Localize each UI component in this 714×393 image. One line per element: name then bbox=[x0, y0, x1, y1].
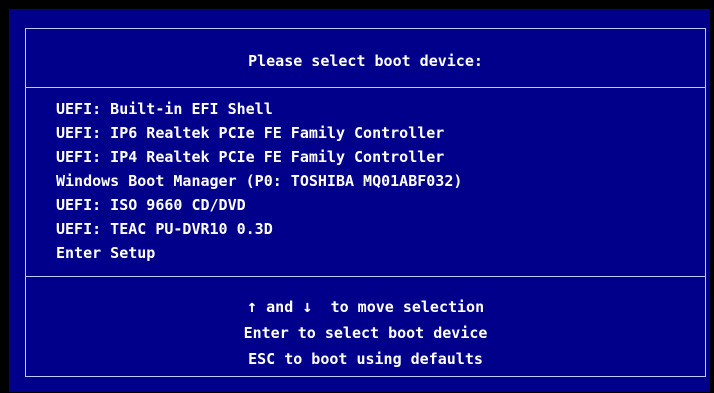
title-divider bbox=[25, 87, 706, 88]
boot-device-list: UEFI: Built-in EFI Shell UEFI: IP6 Realt… bbox=[56, 97, 462, 265]
boot-menu-title: Please select boot device: bbox=[248, 52, 483, 70]
arrow-up-icon: ↑ bbox=[246, 297, 258, 317]
help-line-select: Enter to select boot device bbox=[243, 324, 488, 342]
help-divider bbox=[25, 276, 706, 277]
boot-menu-content: Please select boot device: UEFI: Built-i… bbox=[25, 0, 706, 393]
arrow-down-icon: ↓ bbox=[302, 297, 313, 317]
help-move-text: to move selection bbox=[312, 298, 485, 316]
boot-device-windows-boot-manager[interactable]: Windows Boot Manager (P0: TOSHIBA MQ01AB… bbox=[56, 169, 462, 193]
boot-device-ip6-realtek[interactable]: UEFI: IP6 Realtek PCIe FE Family Control… bbox=[56, 121, 462, 145]
enter-setup-item[interactable]: Enter Setup bbox=[56, 241, 462, 265]
boot-device-efi-shell[interactable]: UEFI: Built-in EFI Shell bbox=[56, 97, 462, 121]
boot-device-iso-cd-dvd[interactable]: UEFI: ISO 9660 CD/DVD bbox=[56, 193, 462, 217]
help-section: ↑ and ↓ to move selection Enter to selec… bbox=[25, 294, 706, 372]
bios-screen: Please select boot device: UEFI: Built-i… bbox=[0, 0, 714, 393]
help-line-navigation: ↑ and ↓ to move selection bbox=[25, 294, 706, 320]
boot-device-ip4-realtek[interactable]: UEFI: IP4 Realtek PCIe FE Family Control… bbox=[56, 145, 462, 169]
help-line-defaults: ESC to boot using defaults bbox=[248, 350, 483, 368]
help-and-text: and bbox=[257, 298, 303, 316]
boot-device-teac-dvr[interactable]: UEFI: TEAC PU-DVR10 0.3D bbox=[56, 217, 462, 241]
